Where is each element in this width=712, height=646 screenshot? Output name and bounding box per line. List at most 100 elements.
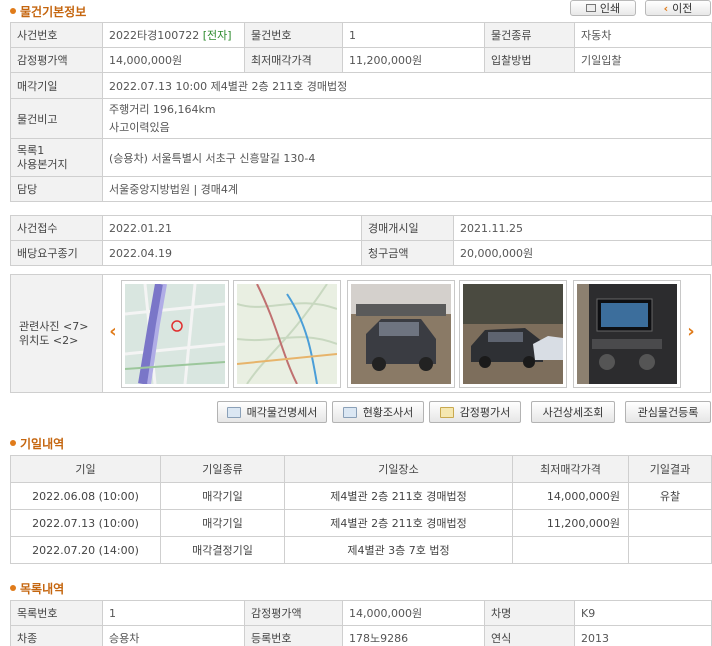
item-type-label: 물건종류: [484, 22, 575, 48]
column-header: 기일결과: [628, 455, 712, 483]
location-label: 목록1 사용본거지: [10, 138, 103, 177]
bid-method-label: 입찰방법: [484, 47, 575, 73]
document-icon: [342, 406, 357, 418]
photo-gallery: 관련사진 <7> 위치도 <2> ‹ ›: [10, 274, 711, 393]
table-row: 매각기일 2022.07.13 10:00 제4별관 2층 211호 경매법정: [10, 72, 712, 99]
car-interior-thumbnail[interactable]: [573, 280, 681, 388]
add-interest-button[interactable]: 관심물건등록: [625, 401, 711, 423]
list-no-value: 1: [102, 600, 245, 626]
basic-info-table: 사건번호 2022타경100722 [전자] 물건번호 1 물건종류 자동차 감…: [10, 22, 712, 202]
print-button[interactable]: 인쇄: [570, 0, 636, 16]
item-list-table: 목록번호 1 감정평가액 14,000,000원 차명 K9 차종 승용차 등록…: [10, 600, 712, 646]
year-value: 2013: [574, 625, 712, 646]
table-row: 2022.06.08 (10:00) 매각기일 제4별관 2층 211호 경매법…: [10, 482, 712, 510]
map-image: [124, 283, 226, 385]
claim-value: 20,000,000원: [453, 240, 712, 266]
photo-label-column: 관련사진 <7> 위치도 <2>: [11, 275, 103, 392]
received-label: 사건접수: [10, 215, 103, 241]
table-row: 사건번호 2022타경100722 [전자] 물건번호 1 물건종류 자동차: [10, 22, 712, 48]
item-appraisal-label: 감정평가액: [244, 600, 343, 626]
survey-report-button[interactable]: 현황조사서: [332, 401, 424, 423]
table-row: 배당요구종기 2022.04.19 청구금액 20,000,000원: [10, 240, 712, 266]
case-no-label: 사건번호: [10, 22, 103, 48]
case-info-table: 사건접수 2022.01.21 경매개시일 2021.11.25 배당요구종기 …: [10, 215, 712, 266]
case-detail-button-label: 사건상세조회: [542, 406, 604, 419]
min-price-value: 11,200,000원: [342, 47, 485, 73]
chevron-right-icon[interactable]: ›: [685, 321, 697, 342]
section-title: 기일내역: [20, 436, 65, 451]
dividend-value: 2022.04.19: [102, 240, 362, 266]
map-count-label[interactable]: 위치도 <2>: [19, 334, 102, 348]
price-cell: [512, 536, 629, 564]
case-no-value: 2022타경100722 [전자]: [102, 22, 245, 48]
car-photo-thumbnail[interactable]: [459, 280, 567, 388]
received-value: 2022.01.21: [102, 215, 362, 241]
case-no-text: 2022타경100722: [109, 29, 200, 42]
result-cell: [628, 509, 712, 537]
table-row: 목록1 사용본거지 (승용차) 서울특별시 서초구 신흥말길 130-4: [10, 138, 712, 177]
date-cell: 2022.07.20 (14:00): [10, 536, 161, 564]
section-title: 물건기본정보: [20, 4, 87, 19]
case-detail-button[interactable]: 사건상세조회: [531, 401, 615, 423]
survey-report-button-label: 현황조사서: [362, 406, 414, 419]
section-header-item-list: 목록내역: [10, 579, 64, 597]
table-row: 목록번호 1 감정평가액 14,000,000원 차명 K9: [10, 600, 712, 626]
table-row: 2022.07.13 (10:00) 매각기일 제4별관 2층 211호 경매법…: [10, 509, 712, 537]
date-cell: 2022.06.08 (10:00): [10, 482, 161, 510]
column-header: 기일장소: [284, 455, 513, 483]
reg-no-label: 등록번호: [244, 625, 343, 646]
appraisal-label: 감정평가액: [10, 47, 103, 73]
car-name-label: 차명: [484, 600, 575, 626]
place-cell: 제4별관 2층 211호 경매법정: [284, 482, 513, 510]
map-thumbnail[interactable]: [233, 280, 341, 388]
chevron-left-icon: ‹: [663, 1, 669, 15]
print-icon: [585, 4, 596, 12]
note-line: 주행거리 196,164km: [109, 102, 216, 116]
type-cell: 매각기일: [160, 482, 285, 510]
appraisal-report-button[interactable]: 감정평가서: [429, 401, 521, 423]
result-cell: [628, 536, 712, 564]
back-button-label: 이전: [672, 2, 693, 15]
min-price-label: 최저매각가격: [244, 47, 343, 73]
bullet-icon: [10, 8, 16, 14]
result-cell: 유찰: [628, 482, 712, 510]
table-row: 사건접수 2022.01.21 경매개시일 2021.11.25: [10, 215, 712, 241]
table-row: 감정평가액 14,000,000원 최저매각가격 11,200,000원 입찰방…: [10, 47, 712, 73]
car-photo: [351, 284, 451, 384]
sale-date-label: 매각기일: [10, 72, 103, 99]
claim-label: 청구금액: [361, 240, 454, 266]
price-cell: 14,000,000원: [512, 482, 629, 510]
column-header: 기일종류: [160, 455, 285, 483]
print-button-label: 인쇄: [599, 2, 621, 15]
electronic-tag: [전자]: [202, 29, 232, 42]
photo-count-label[interactable]: 관련사진 <7>: [19, 320, 102, 334]
pencil-icon: [439, 406, 454, 418]
back-button[interactable]: ‹ 이전: [645, 0, 711, 16]
type-cell: 매각기일: [160, 509, 285, 537]
start-value: 2021.11.25: [453, 215, 712, 241]
chevron-left-icon[interactable]: ‹: [107, 321, 119, 342]
car-interior-photo: [577, 284, 677, 384]
charge-label: 담당: [10, 176, 103, 202]
note-label: 물건비고: [10, 98, 103, 139]
bid-method-value: 기일입찰: [574, 47, 712, 73]
column-header: 최저매각가격: [512, 455, 629, 483]
sale-spec-button[interactable]: 매각물건명세서: [217, 401, 327, 423]
item-no-value: 1: [342, 22, 485, 48]
year-label: 연식: [484, 625, 575, 646]
table-row: 물건비고 주행거리 196,164km 사고이력있음: [10, 98, 712, 139]
document-icon: [226, 406, 241, 418]
location-value: (승용차) 서울특별시 서초구 신흥말길 130-4: [102, 138, 712, 177]
bullet-icon: [10, 585, 16, 591]
charge-value: 서울중앙지방법원 | 경매4계: [102, 176, 712, 202]
reg-no-value: 178노9286: [342, 625, 485, 646]
map-thumbnail[interactable]: [121, 280, 229, 388]
note-value: 주행거리 196,164km 사고이력있음: [102, 98, 712, 139]
table-row: 담당 서울중앙지방법원 | 경매4계: [10, 176, 712, 202]
car-photo-thumbnail[interactable]: [347, 280, 455, 388]
column-header: 기일: [10, 455, 161, 483]
note-line: 사고이력있음: [109, 120, 170, 134]
bullet-icon: [10, 440, 16, 446]
place-cell: 제4별관 2층 211호 경매법정: [284, 509, 513, 537]
place-cell: 제4별관 3층 7호 법정: [284, 536, 513, 564]
